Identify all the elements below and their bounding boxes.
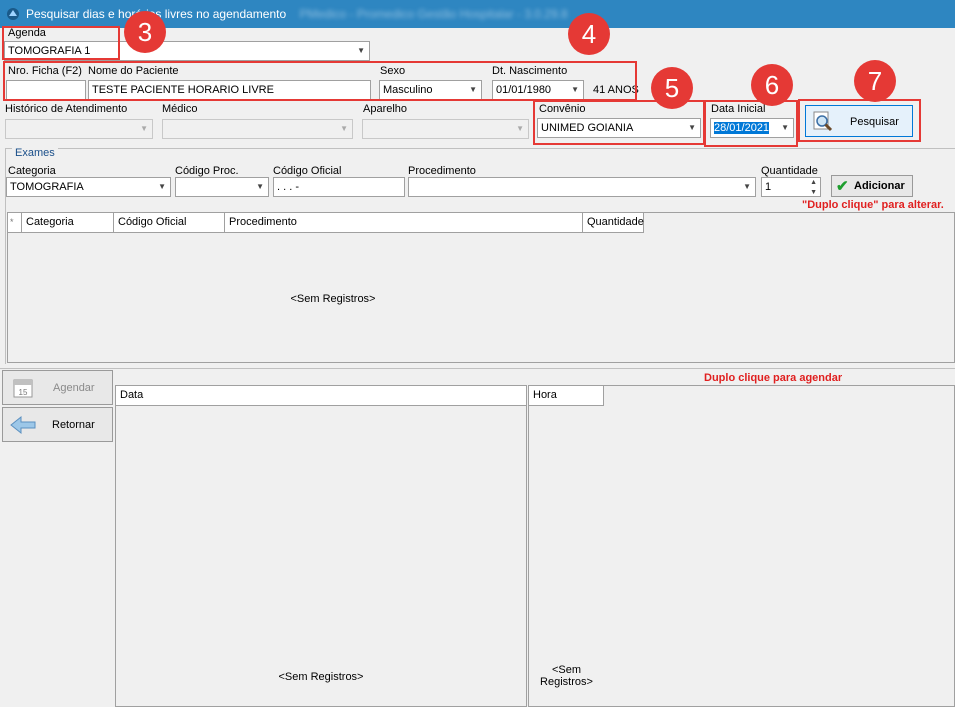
exames-hint: "Duplo clique" para alterar. [802, 199, 944, 211]
chevron-down-icon: ▼ [158, 182, 166, 191]
grid-row-marker: * [8, 213, 22, 233]
exames-column-header[interactable]: Procedimento [225, 213, 583, 233]
annotation-badge-4: 4 [568, 13, 610, 55]
annotation-box-4 [3, 61, 637, 101]
annotation-badge-6: 6 [751, 64, 793, 106]
window-title-suffix: PMedico - Promedico Gestão Hospitalar - … [299, 7, 568, 21]
cod-proc-label: Código Proc. [175, 165, 239, 177]
data-empty-message: <Sem Registros> [278, 671, 364, 683]
exames-group-title: Exames [12, 147, 58, 159]
cod-oficial-label: Código Oficial [273, 165, 342, 177]
svg-text:15: 15 [19, 388, 28, 397]
exames-column-header[interactable]: Código Oficial [114, 213, 225, 233]
exames-column-header[interactable]: Quantidade [583, 213, 644, 233]
procedimento-label: Procedimento [408, 165, 476, 177]
annotation-box-7 [798, 99, 921, 142]
historico-select[interactable]: ▼ [5, 119, 153, 139]
hora-empty-message: <Sem Registros> [529, 664, 604, 688]
checkmark-icon: ✔ [836, 178, 849, 195]
chevron-down-icon: ▼ [516, 124, 524, 133]
annotation-badge-5: 5 [651, 67, 693, 109]
stepper-down-icon[interactable]: ▼ [810, 184, 817, 196]
exames-group-border [5, 148, 955, 149]
procedimento-select[interactable]: ▼ [408, 177, 756, 197]
exames-grid[interactable]: * Categoria Código Oficial Procedimento … [7, 212, 955, 363]
adicionar-button[interactable]: ✔ Adicionar [831, 175, 913, 197]
quantidade-value: 1 [765, 181, 772, 193]
cod-proc-select[interactable]: ▼ [175, 177, 269, 197]
categoria-label: Categoria [8, 165, 56, 177]
quantidade-stepper[interactable]: 1 ▲ ▼ [761, 177, 821, 197]
aparelho-select[interactable]: ▼ [362, 119, 529, 139]
chevron-down-icon: ▼ [357, 46, 365, 55]
hora-grid[interactable]: Hora <Sem Registros> [528, 385, 955, 707]
hora-empty-line1: <Sem [551, 664, 582, 676]
medico-label: Médico [162, 103, 198, 115]
chevron-down-icon: ▼ [340, 124, 348, 133]
calendar-icon: 15 [13, 379, 33, 398]
historico-label: Histórico de Atendimento [5, 103, 128, 115]
hora-column-header[interactable]: Hora [529, 386, 604, 406]
arrow-left-icon [10, 415, 36, 435]
agendar-label: Agendar [53, 382, 95, 394]
retornar-label: Retornar [52, 419, 95, 431]
annotation-box-6 [704, 100, 798, 147]
exames-empty-message: <Sem Registros> [290, 293, 376, 305]
retornar-button[interactable]: Retornar [2, 407, 113, 442]
cod-oficial-input[interactable]: . . . - [273, 177, 405, 197]
annotation-badge-7: 7 [854, 60, 896, 102]
chevron-down-icon: ▼ [140, 124, 148, 133]
annotation-badge-3: 3 [124, 11, 166, 53]
aparelho-label: Aparelho [363, 103, 408, 115]
categoria-select[interactable]: TOMOGRAFIA ▼ [6, 177, 171, 197]
app-icon [7, 8, 19, 20]
annotation-box-3 [2, 26, 120, 60]
data-column-header[interactable]: Data [116, 386, 527, 406]
agendar-hint: Duplo clique para agendar [704, 372, 843, 384]
chevron-down-icon: ▼ [743, 182, 751, 191]
categoria-value: TOMOGRAFIA [10, 181, 84, 193]
chevron-down-icon: ▼ [256, 182, 264, 191]
quantidade-label: Quantidade [761, 165, 818, 177]
exames-column-header[interactable]: Categoria [22, 213, 114, 233]
agendar-button[interactable]: 15 Agendar [2, 370, 113, 405]
left-panel [0, 443, 115, 707]
hora-empty-line2: Registros> [540, 676, 593, 688]
data-grid[interactable]: Data <Sem Registros> [115, 385, 527, 707]
medico-select[interactable]: ▼ [162, 119, 353, 139]
adicionar-label: Adicionar [854, 180, 905, 192]
bottom-divider [0, 368, 955, 369]
